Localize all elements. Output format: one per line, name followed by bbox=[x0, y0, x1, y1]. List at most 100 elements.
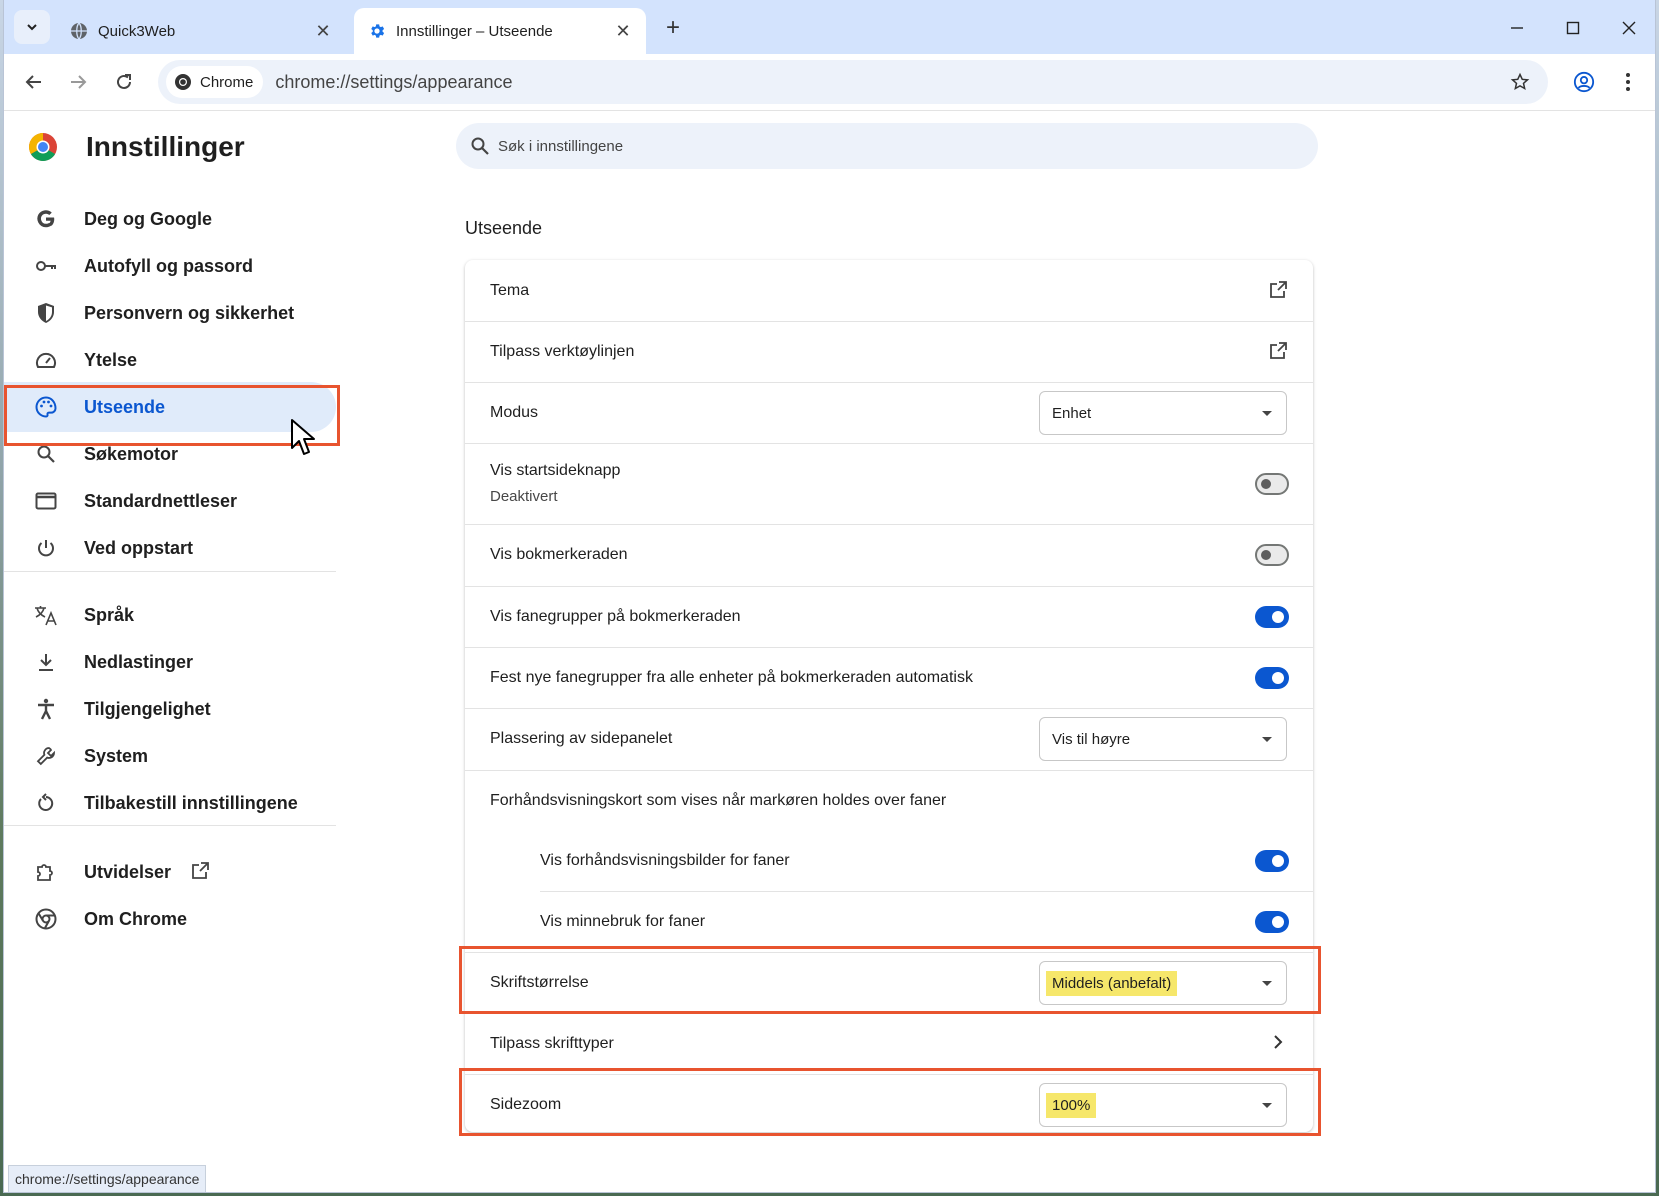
row-label: Tilpass verktøylinjen bbox=[490, 343, 635, 360]
search-input[interactable]: Søk i innstillingene bbox=[498, 138, 623, 155]
tab-quick3web[interactable]: Quick3Web ✕ bbox=[56, 8, 346, 54]
sidebar-item-label: Søkemotor bbox=[84, 443, 179, 464]
browser-window-icon bbox=[34, 489, 58, 513]
tab-title: Innstillinger – Utseende bbox=[396, 22, 553, 40]
sidebar-item-tilbakestill[interactable]: Tilbakestill innstillingene bbox=[4, 778, 336, 828]
profile-button[interactable] bbox=[1566, 64, 1602, 100]
select-value: Enhet bbox=[1052, 404, 1092, 422]
address-bar[interactable]: Chrome chrome://settings/appearance bbox=[158, 60, 1548, 104]
sidebar-item-deg-og-google[interactable]: Deg og Google bbox=[4, 194, 336, 244]
fest-fanegrupper-toggle[interactable] bbox=[1255, 667, 1289, 689]
fanegrupper-toggle[interactable] bbox=[1255, 606, 1289, 628]
sidebar-item-system[interactable]: System bbox=[4, 731, 336, 781]
chrome-logo-icon bbox=[29, 133, 57, 161]
sidebar-item-om-chrome[interactable]: Om Chrome bbox=[4, 894, 336, 944]
sidebar-item-personvern[interactable]: Personvern og sikkerhet bbox=[4, 288, 336, 338]
forhandsvisningsbilder-toggle[interactable] bbox=[1255, 850, 1289, 872]
account-icon bbox=[1573, 71, 1595, 93]
menu-button[interactable] bbox=[1610, 64, 1646, 100]
row-fanegrupper[interactable]: Vis fanegrupper på bokmerkeraden bbox=[465, 587, 1313, 647]
row-label: Fest nye fanegrupper fra alle enheter på… bbox=[490, 669, 973, 686]
row-bokmerkeraden[interactable]: Vis bokmerkeraden bbox=[465, 525, 1313, 586]
maximize-icon bbox=[1566, 21, 1580, 35]
sidebar-item-label: Om Chrome bbox=[84, 908, 188, 929]
puzzle-icon bbox=[34, 860, 58, 884]
startsideknapp-toggle[interactable] bbox=[1255, 473, 1289, 495]
row-tema[interactable]: Tema bbox=[465, 260, 1313, 321]
chevron-down-icon bbox=[27, 24, 37, 31]
reload-button[interactable] bbox=[106, 64, 142, 100]
mouse-cursor-icon bbox=[291, 419, 315, 455]
row-tilpass-skrifttyper[interactable]: Tilpass skrifttyper bbox=[465, 1014, 1313, 1074]
gear-icon bbox=[368, 22, 386, 40]
bookmark-star-button[interactable] bbox=[1500, 62, 1540, 102]
close-icon[interactable]: ✕ bbox=[610, 18, 636, 44]
window-close-button[interactable] bbox=[1600, 8, 1655, 48]
sidebar-item-label: Ytelse bbox=[84, 349, 138, 370]
site-chip[interactable]: Chrome bbox=[166, 66, 264, 98]
search-icon bbox=[470, 136, 490, 156]
modus-select[interactable]: Enhet bbox=[1039, 391, 1287, 435]
power-icon bbox=[34, 536, 58, 560]
row-label: Forhåndsvisningskort som vises når markø… bbox=[490, 792, 947, 809]
new-tab-button[interactable]: + bbox=[658, 13, 688, 43]
sidebar-item-label: Personvern og sikkerhet bbox=[84, 302, 295, 323]
url-text[interactable]: chrome://settings/appearance bbox=[275, 72, 1500, 93]
settings-sidebar: Innstillinger Deg og Google Autofyll og … bbox=[4, 111, 344, 1192]
row-label: Vis minnebruk for faner bbox=[540, 913, 706, 930]
tab-search-button[interactable] bbox=[14, 10, 50, 44]
settings-search[interactable]: Søk i innstillingene bbox=[456, 123, 1318, 169]
sidebar-item-ytelse[interactable]: Ytelse bbox=[4, 335, 336, 385]
row-forhandsvisningsbilder[interactable]: Vis forhåndsvisningsbilder for faner bbox=[465, 831, 1313, 891]
sidebar-item-label: System bbox=[84, 745, 149, 766]
sidebar-item-tilgjengelighet[interactable]: Tilgjengelighet bbox=[4, 684, 336, 734]
sidebar-item-sprak[interactable]: Språk bbox=[4, 590, 336, 640]
sidebar-item-nedlastinger[interactable]: Nedlastinger bbox=[4, 637, 336, 687]
browser-window: Quick3Web ✕ Innstillinger – Utseende ✕ + bbox=[4, 0, 1655, 1192]
sidebar-item-label: Nedlastinger bbox=[84, 651, 194, 672]
row-fest-fanegrupper[interactable]: Fest nye fanegrupper fra alle enheter på… bbox=[465, 648, 1313, 708]
sidepanel-select[interactable]: Vis til høyre bbox=[1039, 717, 1287, 761]
tab-strip: Quick3Web ✕ Innstillinger – Utseende ✕ + bbox=[4, 0, 1655, 54]
google-g-icon bbox=[34, 207, 58, 231]
row-label: Vis bokmerkeraden bbox=[490, 546, 628, 563]
caret-down-icon bbox=[1262, 411, 1272, 416]
sidebar-item-autofyll[interactable]: Autofyll og passord bbox=[4, 241, 336, 291]
row-forhandsvisning-header: Forhåndsvisningskort som vises når markø… bbox=[465, 771, 1313, 831]
minimize-button[interactable] bbox=[1488, 8, 1546, 48]
settings-header: Innstillinger bbox=[28, 131, 245, 163]
row-label: Tilpass skrifttyper bbox=[490, 1035, 614, 1052]
sidebar-item-label: Språk bbox=[84, 604, 135, 625]
toolbar: Chrome chrome://settings/appearance bbox=[4, 54, 1655, 111]
sidebar-item-label: Ved oppstart bbox=[84, 537, 194, 558]
sidebar-item-standardnettleser[interactable]: Standardnettleser bbox=[4, 476, 336, 526]
bokmerkeraden-toggle[interactable] bbox=[1255, 544, 1289, 566]
sidebar-item-label: Standardnettleser bbox=[84, 490, 238, 511]
row-sidepanel: Plassering av sidepanelet Vis til høyre bbox=[465, 709, 1313, 770]
accessibility-icon bbox=[34, 697, 58, 721]
back-button[interactable] bbox=[16, 64, 52, 100]
sidebar-item-ved-oppstart[interactable]: Ved oppstart bbox=[4, 523, 336, 573]
minnebruk-toggle[interactable] bbox=[1255, 911, 1289, 933]
row-startsideknapp[interactable]: Vis startsideknapp Deaktivert bbox=[465, 444, 1313, 524]
row-minnebruk[interactable]: Vis minnebruk for faner bbox=[465, 892, 1313, 952]
chrome-icon bbox=[175, 74, 191, 90]
sidebar-item-label: Deg og Google bbox=[84, 208, 212, 229]
forward-button[interactable] bbox=[60, 64, 96, 100]
row-label: Vis forhåndsvisningsbilder for faner bbox=[540, 852, 790, 869]
sidebar-item-label: Autofyll og passord bbox=[84, 255, 254, 276]
key-icon bbox=[34, 254, 58, 278]
chrome-icon bbox=[34, 907, 58, 931]
row-label: Vis fanegrupper på bokmerkeraden bbox=[490, 608, 741, 625]
open-in-new-icon[interactable] bbox=[1267, 340, 1289, 362]
open-in-new-icon[interactable] bbox=[1267, 279, 1289, 301]
close-icon[interactable]: ✕ bbox=[310, 18, 336, 44]
sidebar-item-utvidelser[interactable]: Utvidelser bbox=[4, 847, 336, 897]
tab-settings[interactable]: Innstillinger – Utseende ✕ bbox=[354, 8, 646, 54]
download-icon bbox=[34, 650, 58, 674]
open-in-new-icon bbox=[190, 861, 210, 886]
maximize-button[interactable] bbox=[1544, 8, 1602, 48]
row-verktoylinje[interactable]: Tilpass verktøylinjen bbox=[465, 322, 1313, 382]
status-bar: chrome://settings/appearance bbox=[8, 1165, 207, 1192]
sidebar-item-label: Tilgjengelighet bbox=[84, 698, 211, 719]
